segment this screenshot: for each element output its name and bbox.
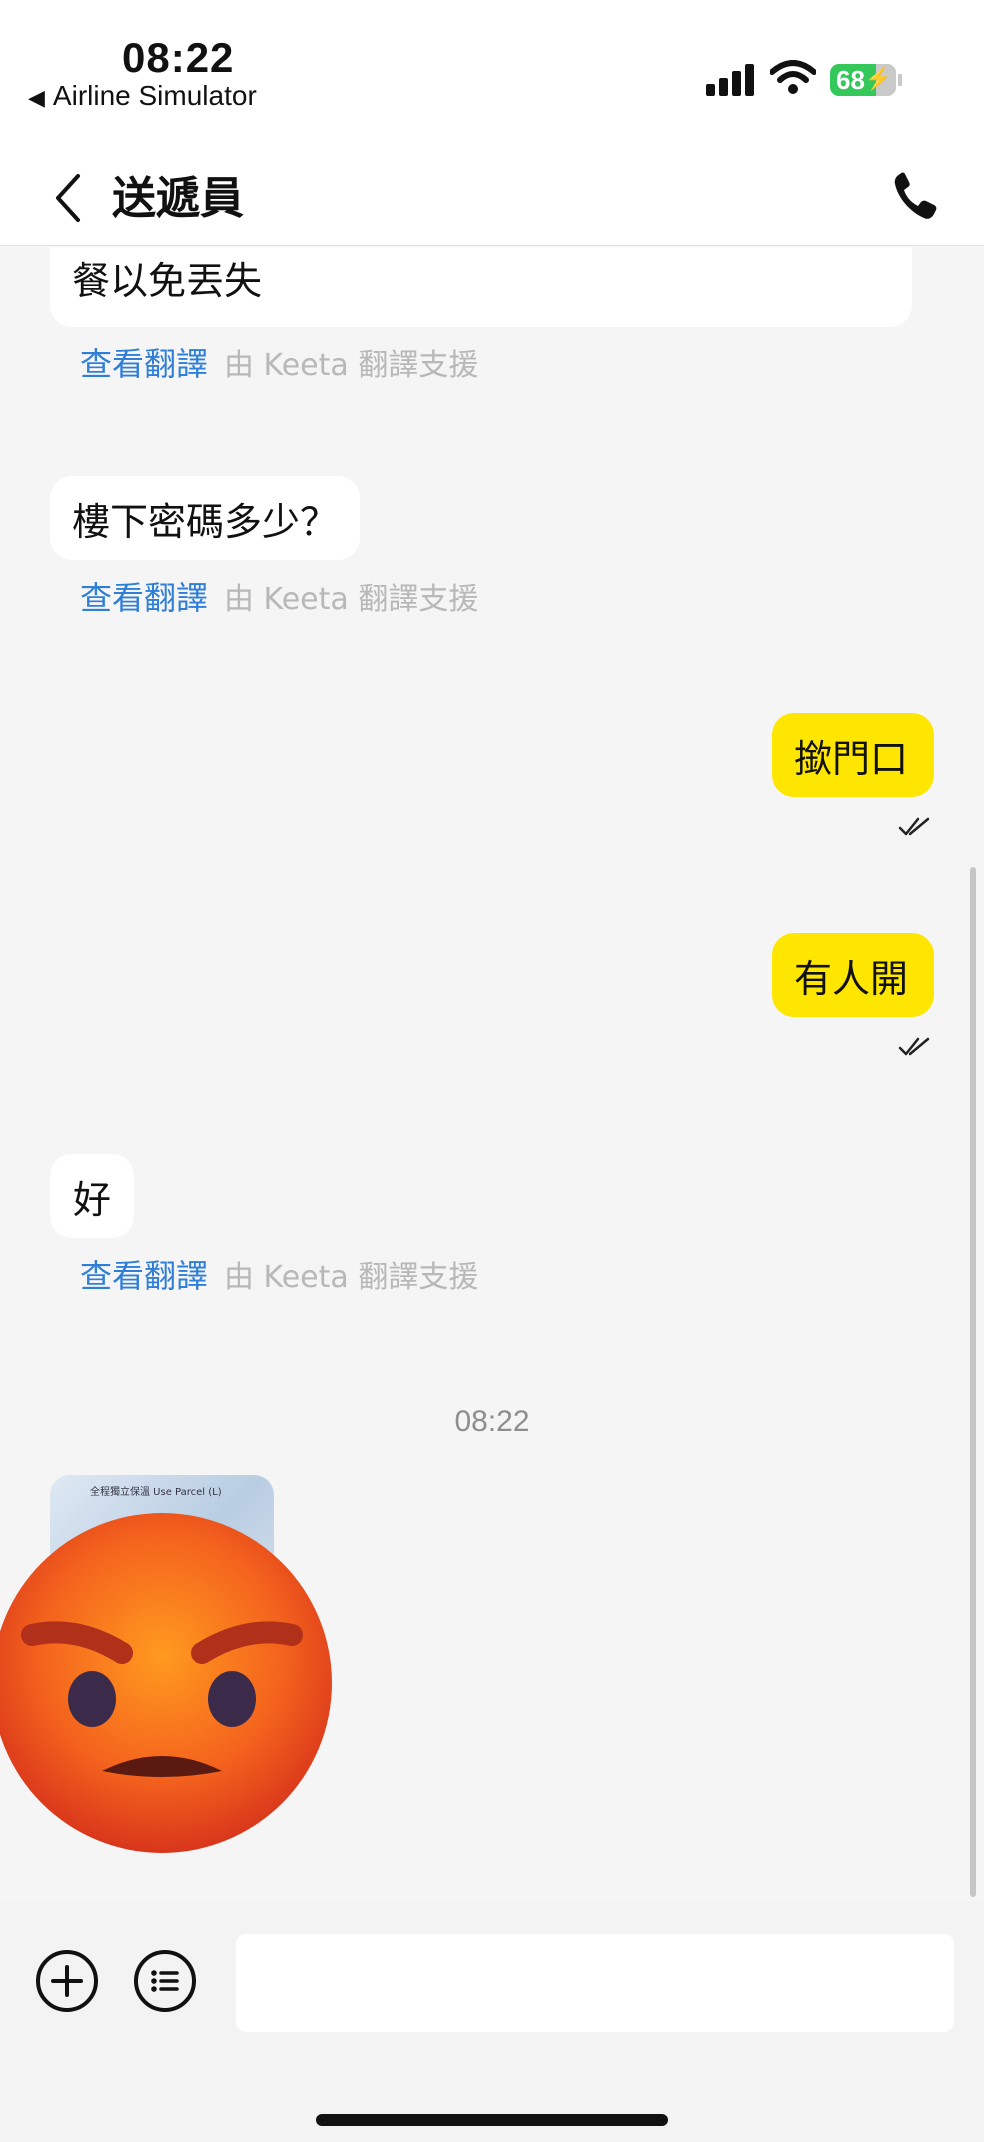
photo-label: 全程獨立保溫 Use Parcel (L) (90, 1487, 222, 1498)
battery-level: 68 (836, 64, 865, 95)
status-bar: 08:22 ◀ Airline Simulator 68 ⚡ (0, 0, 984, 150)
angry-face-icon (0, 1513, 332, 1853)
chat-thread[interactable]: 餐以免丟失 查看翻譯由 Keeta 翻譯支援 樓下密碼多少？ 查看翻譯由 Kee… (0, 247, 984, 1900)
message-text: 有人開 (794, 956, 909, 1001)
back-app-label: Airline Simulator (52, 80, 257, 111)
home-indicator[interactable] (316, 2114, 668, 2126)
my-message-bubble[interactable]: 有人開 (772, 933, 934, 1017)
translation-row: 查看翻譯由 Keeta 翻譯支援 (80, 573, 478, 619)
translation-row: 查看翻譯由 Keeta 翻譯支援 (80, 339, 478, 385)
message-input[interactable] (236, 1934, 954, 2032)
message-text: 好 (72, 1177, 111, 1222)
view-translation-link[interactable]: 查看翻譯 (80, 345, 208, 383)
message-text: 撳門口 (794, 736, 909, 781)
status-time: 08:22 (122, 34, 235, 81)
cellular-signal-icon (706, 64, 754, 96)
charging-bolt-icon: ⚡ (864, 66, 892, 91)
message-bubble[interactable]: 餐以免丟失 (50, 247, 912, 327)
message-timestamp: 08:22 (454, 1405, 530, 1438)
message-bubble[interactable]: 好 (50, 1154, 134, 1238)
message-text: 樓下密碼多少？ (72, 499, 339, 544)
chat-header: 送遞員 (0, 150, 984, 246)
chevron-left-icon[interactable] (50, 168, 90, 228)
view-translation-link[interactable]: 查看翻譯 (80, 579, 208, 617)
back-to-app-link[interactable]: ◀ Airline Simulator (28, 80, 257, 112)
translation-row: 查看翻譯由 Keeta 翻譯支援 (80, 1251, 478, 1297)
list-circle-icon[interactable] (132, 1948, 198, 2014)
battery-tip (898, 74, 902, 86)
view-translation-link[interactable]: 查看翻譯 (80, 1257, 208, 1295)
phone-icon[interactable] (890, 168, 940, 224)
message-composer (0, 1902, 984, 2142)
translation-credit: 由 Keeta 翻譯支援 (224, 348, 479, 383)
page-title: 送遞員 (112, 173, 244, 224)
plus-circle-icon[interactable] (34, 1948, 100, 2014)
back-triangle-icon: ◀ (28, 85, 45, 110)
battery-indicator: 68 ⚡ (830, 64, 896, 96)
wifi-icon (770, 60, 816, 94)
double-check-icon (898, 1037, 930, 1056)
translation-credit: 由 Keeta 翻譯支援 (224, 1260, 479, 1295)
translation-credit: 由 Keeta 翻譯支援 (224, 582, 479, 617)
message-text: 餐以免丟失 (72, 259, 263, 303)
chat-scrollbar[interactable] (970, 867, 976, 1897)
double-check-icon (898, 817, 930, 836)
my-message-bubble[interactable]: 撳門口 (772, 713, 934, 797)
message-bubble[interactable]: 樓下密碼多少？ (50, 476, 360, 560)
